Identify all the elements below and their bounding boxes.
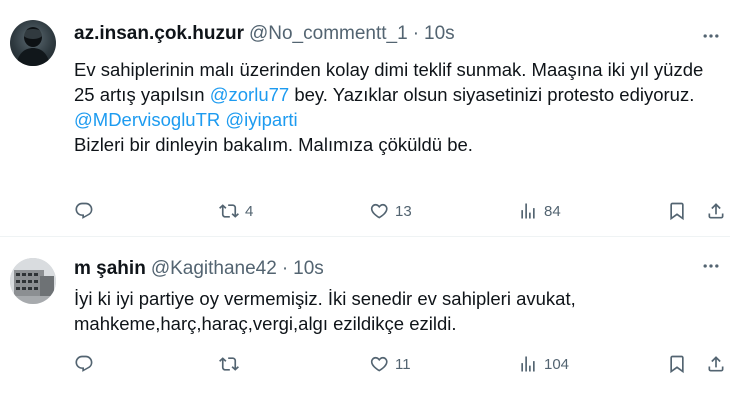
retweet-icon: [219, 357, 239, 371]
tweet[interactable]: m şahin @Kagithane42 · 10s İyi ki iyi pa…: [0, 238, 730, 420]
tweet-text: Ev sahiplerinin malı üzerinden kolay dim…: [74, 57, 714, 157]
mention-link[interactable]: @iyiparti: [225, 109, 297, 130]
separator-dot: ·: [412, 23, 420, 44]
tweet[interactable]: az.insan.çok.huzur @No_commentt_1 · 10s …: [0, 0, 730, 237]
display-name[interactable]: az.insan.çok.huzur: [74, 23, 244, 45]
action-bar: 4 13 84: [74, 199, 724, 223]
mention-link[interactable]: @MDervisogluTR: [74, 109, 220, 130]
avatar-photo-icon: [16, 27, 50, 66]
like-icon: [370, 356, 388, 372]
retweet-icon: [219, 204, 239, 218]
like-icon: [370, 203, 388, 219]
like-button[interactable]: 13: [369, 199, 412, 223]
retweet-button[interactable]: 4: [219, 199, 253, 223]
reply-icon: [75, 202, 93, 219]
views-button[interactable]: 84: [518, 199, 561, 223]
reply-button[interactable]: [74, 352, 94, 376]
bookmark-button[interactable]: [667, 352, 687, 376]
views-icon: [521, 356, 535, 372]
display-name[interactable]: m şahin: [74, 258, 146, 280]
like-count: 13: [395, 202, 412, 220]
tweet-paragraph: Bizleri bir dinleyin bakalım. Malımıza ç…: [74, 134, 473, 155]
tweet-header: m şahin @Kagithane42 · 10s: [74, 258, 324, 280]
share-button[interactable]: [706, 352, 726, 376]
reply-button[interactable]: [74, 199, 94, 223]
share-button[interactable]: [706, 199, 726, 223]
timestamp[interactable]: 10s: [293, 258, 324, 280]
like-button[interactable]: 11: [369, 352, 411, 376]
user-handle[interactable]: @Kagithane42: [151, 258, 277, 280]
avatar[interactable]: [10, 258, 56, 304]
retweet-count: 4: [245, 202, 254, 220]
timestamp[interactable]: 10s: [424, 23, 455, 45]
more-icon: [703, 34, 719, 38]
share-icon: [708, 203, 724, 219]
action-bar: 11 104: [74, 352, 724, 376]
separator-dot: ·: [281, 258, 289, 279]
reply-icon: [75, 355, 93, 372]
bookmark-icon: [670, 355, 684, 374]
tweet-header: az.insan.çok.huzur @No_commentt_1 · 10s: [74, 23, 455, 45]
more-options-button[interactable]: [700, 255, 722, 277]
share-icon: [708, 356, 724, 372]
bookmark-button[interactable]: [667, 199, 687, 223]
views-button[interactable]: 104: [518, 352, 569, 376]
more-options-button[interactable]: [700, 25, 722, 47]
avatar[interactable]: [10, 20, 56, 66]
bookmark-icon: [670, 202, 684, 221]
user-handle[interactable]: @No_commentt_1: [249, 23, 408, 45]
retweet-button[interactable]: [219, 352, 239, 376]
tweet-text: İyi ki iyi partiye oy vermemişiz. İki se…: [74, 288, 576, 334]
mention-link[interactable]: @zorlu77: [210, 84, 289, 105]
avatar-building-icon: [10, 258, 56, 304]
tweet-paragraph: @MDervisogluTR @iyiparti: [74, 107, 714, 132]
more-icon: [703, 264, 719, 268]
views-count: 104: [544, 355, 570, 373]
like-count: 11: [395, 355, 411, 373]
tweet-paragraph: Ev sahiplerinin malı üzerinden kolay dim…: [74, 57, 714, 107]
views-icon: [521, 203, 535, 219]
views-count: 84: [544, 202, 561, 220]
tweet-text-part: bey. Yazıklar olsun siyasetinizi protest…: [289, 84, 695, 105]
